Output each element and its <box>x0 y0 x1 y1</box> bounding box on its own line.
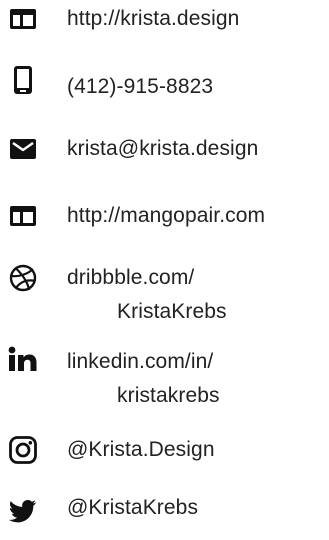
dribbble-link-line2: KristaKrebs <box>117 300 227 323</box>
twitter-link[interactable]: @KristaKrebs <box>67 496 198 520</box>
twitter-icon <box>8 496 38 526</box>
browser-window-icon <box>8 4 38 34</box>
dribbble-icon <box>8 263 38 293</box>
email-link[interactable]: krista@krista.design <box>67 137 258 161</box>
linkedin-link-line1: linkedin.com/in/ <box>67 350 214 373</box>
dribbble-link[interactable]: dribbble.com/ KristaKrebs <box>67 266 227 324</box>
envelope-icon <box>8 134 38 164</box>
browser-window-icon <box>8 201 38 231</box>
linkedin-icon <box>8 345 38 375</box>
linkedin-link-line2: kristakrebs <box>117 384 220 407</box>
contact-row-instagram: @Krista.Design <box>0 428 329 472</box>
smartphone-icon <box>8 65 38 95</box>
dribbble-link-line1: dribbble.com/ <box>67 266 195 289</box>
linkedin-link[interactable]: linkedin.com/in/ kristakrebs <box>67 350 220 408</box>
contact-row-dribbble: dribbble.com/ KristaKrebs <box>0 256 329 326</box>
website-link[interactable]: http://krista.design <box>67 7 239 31</box>
contact-row-website2: http://mangopair.com <box>0 194 329 238</box>
instagram-icon <box>8 435 38 465</box>
instagram-link[interactable]: @Krista.Design <box>67 438 215 462</box>
phone-number[interactable]: (412)-915-8823 <box>67 75 213 99</box>
contact-row-phone: (412)-915-8823 <box>0 55 329 105</box>
contact-row-twitter: @KristaKrebs <box>0 488 329 532</box>
website2-link[interactable]: http://mangopair.com <box>67 204 265 228</box>
contact-row-linkedin: linkedin.com/in/ kristakrebs <box>0 340 329 410</box>
contact-row-email: krista@krista.design <box>0 127 329 171</box>
contact-row-website: http://krista.design <box>0 0 329 40</box>
